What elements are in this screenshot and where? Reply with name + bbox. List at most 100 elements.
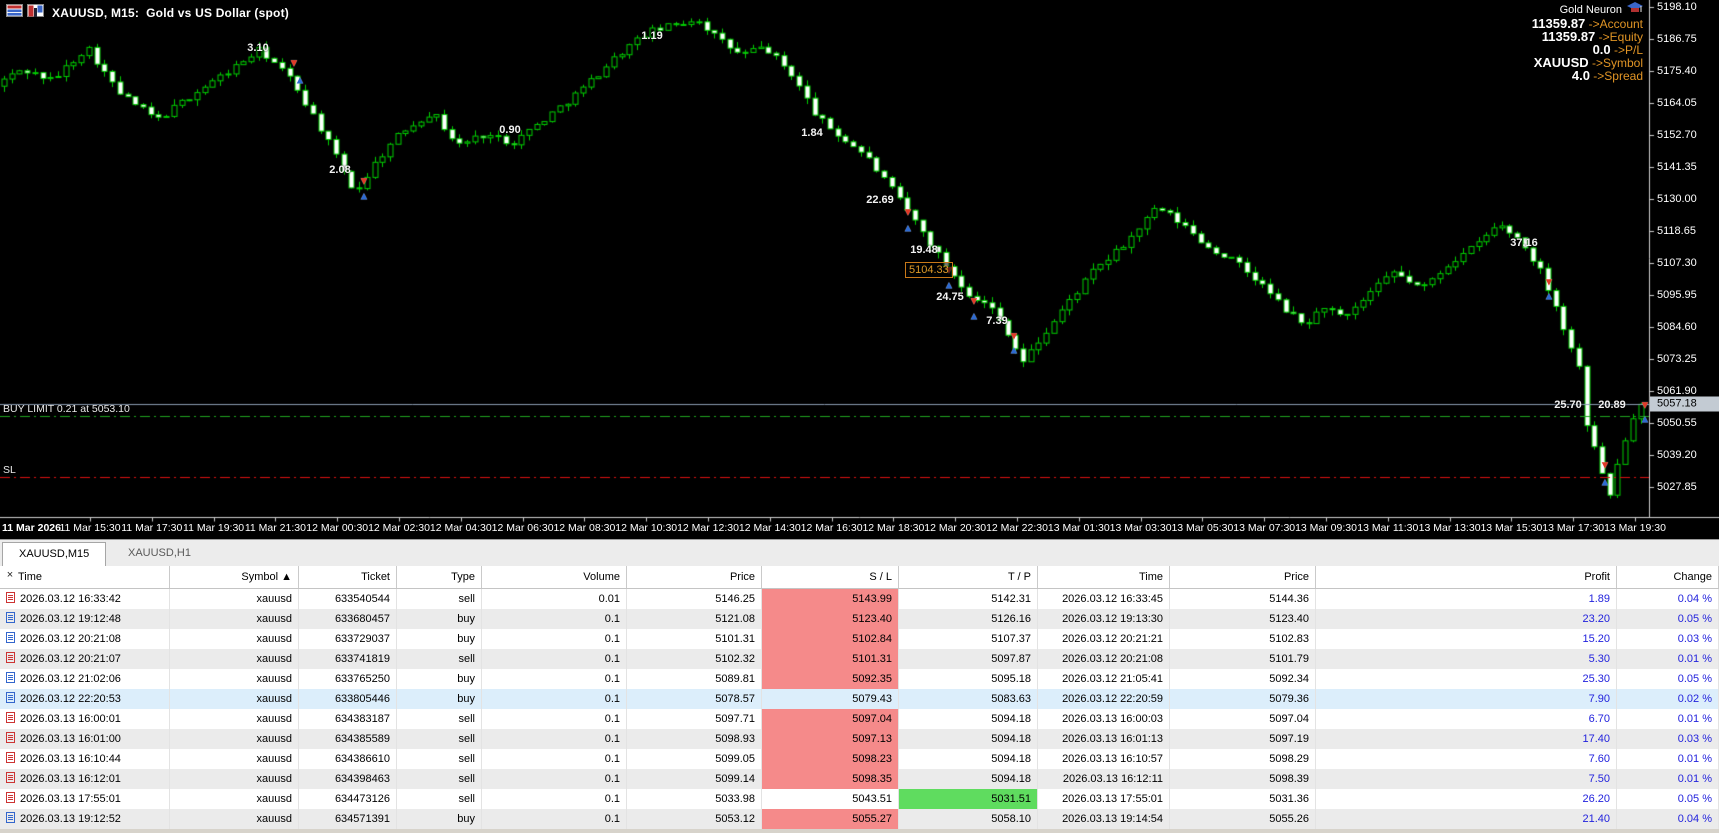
toolbox-close-button[interactable]: × — [4, 569, 16, 581]
column-header-price[interactable]: Price — [627, 566, 762, 588]
cell-symbol: xauusd — [170, 709, 299, 729]
history-row[interactable]: 2026.03.13 16:01:00 xauusd 634385589 sell 0.… — [0, 729, 1719, 749]
cell-close-time: 2026.03.12 20:21:21 — [1038, 629, 1170, 649]
buy-limit-line-label[interactable]: BUY LIMIT 0.21 at 5053.10 — [3, 403, 130, 415]
history-row[interactable]: 2026.03.12 19:12:48 xauusd 633680457 buy 0.1… — [0, 609, 1719, 629]
history-row[interactable]: 2026.03.12 16:33:42 xauusd 633540544 sell 0.… — [0, 589, 1719, 609]
chart-tab-xauusd-m15[interactable]: XAUUSD,M15 — [2, 542, 107, 567]
chart-tab-xauusd-h1[interactable]: XAUUSD,H1 — [112, 542, 207, 565]
order-price-box[interactable]: 5104.33 — [905, 261, 953, 278]
price-axis-label: 5095.95 — [1657, 289, 1697, 301]
column-header-sl[interactable]: S / L — [762, 566, 899, 588]
time-axis-label: 12 Mar 16:30 — [800, 522, 863, 534]
chart-title: XAUUSD, M15: Gold vs US Dollar (spot) — [52, 6, 289, 20]
cell-close-price: 5097.04 — [1170, 709, 1316, 729]
cell-ticket: 633729037 — [299, 629, 397, 649]
buy-arrow-icon: ▲ — [1599, 476, 1611, 489]
cell-time: 2026.03.12 16:33:42 — [0, 589, 170, 609]
column-header-type[interactable]: Type — [397, 566, 482, 588]
column-header-time[interactable]: Time — [1038, 566, 1170, 588]
cell-sl: 5098.23 — [762, 749, 899, 769]
column-header-change[interactable]: Change — [1617, 566, 1719, 588]
cell-time: 2026.03.13 16:00:01 — [0, 709, 170, 729]
column-header-time[interactable]: Time — [0, 566, 170, 588]
cell-profit: 1.89 — [1316, 589, 1617, 609]
cell-change: 0.05 % — [1617, 789, 1719, 809]
time-axis-label: 13 Mar 13:30 — [1418, 522, 1481, 534]
time-axis-label: 12 Mar 08:30 — [553, 522, 616, 534]
cell-symbol: xauusd — [170, 789, 299, 809]
buy-order-icon — [6, 672, 15, 683]
time-axis-label: 12 Mar 18:30 — [862, 522, 925, 534]
trade-profit-label: 2.08 — [329, 163, 351, 176]
history-row[interactable]: 2026.03.12 20:21:07 xauusd 633741819 sell 0.… — [0, 649, 1719, 669]
cell-ticket: 634385589 — [299, 729, 397, 749]
cell-close-time: 2026.03.13 16:01:13 — [1038, 729, 1170, 749]
cell-symbol: xauusd — [170, 689, 299, 709]
cell-symbol: xauusd — [170, 589, 299, 609]
cell-type: sell — [397, 769, 482, 789]
time-axis-label: 11 Mar 21:30 — [244, 522, 306, 534]
cell-sl: 5102.84 — [762, 629, 899, 649]
cell-tp: 5142.31 — [899, 589, 1038, 609]
candlestick-canvas[interactable] — [0, 0, 1719, 539]
column-header-tp[interactable]: T / P — [899, 566, 1038, 588]
cell-tp: 5094.18 — [899, 769, 1038, 789]
column-header-profit[interactable]: Profit — [1316, 566, 1617, 588]
column-header-price[interactable]: Price — [1170, 566, 1316, 588]
history-row[interactable]: 2026.03.12 21:02:06 xauusd 633765250 buy 0.1… — [0, 669, 1719, 689]
cell-profit: 7.50 — [1316, 769, 1617, 789]
column-header-volume[interactable]: Volume — [482, 566, 627, 588]
cell-change: 0.04 % — [1617, 809, 1719, 829]
history-row[interactable]: 2026.03.13 16:00:01 xauusd 634383187 sell 0.… — [0, 709, 1719, 729]
mt4-window: XAUUSD, M15: Gold vs US Dollar (spot) Go… — [0, 0, 1719, 833]
cell-change: 0.02 % — [1617, 689, 1719, 709]
cell-close-price: 5031.36 — [1170, 789, 1316, 809]
history-row[interactable]: 2026.03.12 22:20:53 xauusd 633805446 buy 0.1… — [0, 689, 1719, 709]
cell-tp: 5094.18 — [899, 729, 1038, 749]
cell-symbol: xauusd — [170, 669, 299, 689]
price-axis-label: 5186.75 — [1657, 33, 1697, 45]
buy-arrow-icon: ▲ — [943, 279, 955, 292]
price-axis[interactable]: 5198.10 5186.75 5175.40 5164.05 5152.70 5141.… — [1649, 0, 1719, 539]
price-axis-label: 5164.05 — [1657, 97, 1697, 109]
cell-close-price: 5102.83 — [1170, 629, 1316, 649]
cell-close-price: 5098.29 — [1170, 749, 1316, 769]
cell-ticket: 634398463 — [299, 769, 397, 789]
history-row[interactable]: 2026.03.13 19:12:52 xauusd 634571391 buy 0.1… — [0, 809, 1719, 829]
cell-profit: 7.60 — [1316, 749, 1617, 769]
sell-arrow-icon: ▼ — [288, 57, 300, 70]
column-header-ticket[interactable]: Ticket — [299, 566, 397, 588]
cell-sl: 5043.51 — [762, 789, 899, 809]
time-axis-label: 13 Mar 09:30 — [1295, 522, 1357, 534]
sell-order-icon — [6, 592, 15, 603]
history-row[interactable]: 2026.03.13 16:10:44 xauusd 634386610 sell 0.… — [0, 749, 1719, 769]
time-axis-label: 13 Mar 05:30 — [1171, 522, 1234, 534]
cell-volume: 0.1 — [482, 789, 627, 809]
cell-time: 2026.03.12 22:20:53 — [0, 689, 170, 709]
history-row[interactable]: 2026.03.13 17:55:01 xauusd 634473126 sell 0.… — [0, 789, 1719, 809]
column-header-symbol[interactable]: Symbol ▲ — [170, 566, 299, 588]
cell-symbol: xauusd — [170, 729, 299, 749]
cell-type: sell — [397, 789, 482, 809]
time-axis-label: 13 Mar 03:30 — [1109, 522, 1172, 534]
cell-change: 0.01 % — [1617, 749, 1719, 769]
chart-area[interactable]: XAUUSD, M15: Gold vs US Dollar (spot) Go… — [0, 0, 1719, 539]
cell-volume: 0.1 — [482, 729, 627, 749]
history-row[interactable]: 2026.03.12 20:21:08 xauusd 633729037 buy 0.1… — [0, 629, 1719, 649]
cell-type: sell — [397, 709, 482, 729]
cell-tp: 5031.51 — [899, 789, 1038, 809]
cell-price: 5121.08 — [627, 609, 762, 629]
time-axis-label: 13 Mar 11:30 — [1357, 522, 1419, 534]
cell-symbol: xauusd — [170, 809, 299, 829]
history-row[interactable]: 2026.03.13 16:12:01 xauusd 634398463 sell 0.… — [0, 769, 1719, 789]
cell-change: 0.03 % — [1617, 629, 1719, 649]
sell-arrow-icon: ▼ — [358, 175, 370, 188]
trade-profit-label: 24.75 — [936, 290, 964, 303]
cell-price: 5099.14 — [627, 769, 762, 789]
trade-profit-label: 22.69 — [866, 193, 894, 206]
cell-profit: 26.20 — [1316, 789, 1617, 809]
cell-time: 2026.03.13 16:01:00 — [0, 729, 170, 749]
cell-time: 2026.03.13 17:55:01 — [0, 789, 170, 809]
stop-loss-line-label[interactable]: SL — [3, 464, 16, 476]
